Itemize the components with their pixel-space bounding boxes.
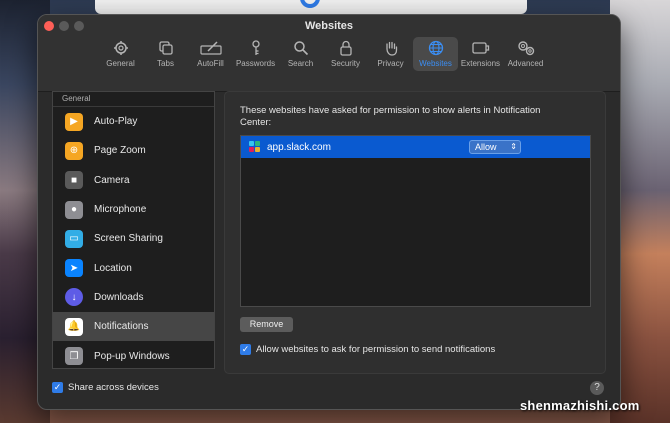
tabs-icon xyxy=(158,41,173,55)
sidebar-item-auto-play[interactable]: ▶ Auto-Play xyxy=(53,107,214,136)
window-title: Websites xyxy=(304,20,354,32)
sidebar-item-label: Camera xyxy=(94,174,130,186)
sidebar-item-screen-sharing[interactable]: ▭ Screen Sharing xyxy=(53,224,214,253)
sidebar-item-microphone[interactable]: ● Microphone xyxy=(53,195,214,224)
pencil-icon xyxy=(199,41,222,55)
watermark: shenmazhishi.com xyxy=(520,398,640,413)
tab-tabs[interactable]: Tabs xyxy=(143,37,188,71)
tab-label: Extensions xyxy=(460,59,501,68)
sidebar-item-popup-windows[interactable]: ❐ Pop-up Windows xyxy=(53,341,214,370)
download-icon: ↓ xyxy=(65,288,83,307)
search-icon xyxy=(293,41,308,56)
website-list[interactable]: app.slack.com Allow ⇕ xyxy=(240,135,591,307)
background-window xyxy=(95,0,527,14)
preferences-toolbar: General Tabs AutoFill Passwords Search S… xyxy=(98,37,548,87)
list-item[interactable]: app.slack.com Allow ⇕ xyxy=(241,136,590,158)
sidebar: General ▶ Auto-Play ⊕ Page Zoom ■ Camera… xyxy=(52,91,215,369)
allow-ask-row: ✓ Allow websites to ask for permission t… xyxy=(240,344,495,355)
tab-security[interactable]: Security xyxy=(323,37,368,71)
tab-general[interactable]: General xyxy=(98,37,143,71)
sidebar-item-notifications[interactable]: 🔔 Notifications xyxy=(53,312,214,342)
chevron-updown-icon: ⇕ xyxy=(510,142,517,151)
tab-advanced[interactable]: Advanced xyxy=(503,37,548,71)
sidebar-item-label: Microphone xyxy=(94,204,147,216)
share-label: Share across devices xyxy=(68,382,159,393)
sidebar-item-label: Notifications xyxy=(94,321,149,333)
tab-passwords[interactable]: Passwords xyxy=(233,37,278,71)
tab-label: Search xyxy=(287,59,314,68)
allow-ask-checkbox[interactable]: ✓ xyxy=(240,344,251,355)
popup-icon: ❐ xyxy=(65,347,83,366)
sidebar-item-downloads[interactable]: ↓ Downloads xyxy=(53,283,214,312)
slack-icon xyxy=(249,141,261,153)
remove-button[interactable]: Remove xyxy=(240,317,293,332)
tab-privacy[interactable]: Privacy xyxy=(368,37,413,71)
tab-search[interactable]: Search xyxy=(278,37,323,71)
key-icon xyxy=(251,40,260,55)
tab-label: Tabs xyxy=(157,59,174,68)
globe-icon xyxy=(428,40,443,56)
sidebar-section-header: General xyxy=(53,92,214,107)
puzzle-icon xyxy=(471,42,489,54)
allow-ask-label: Allow websites to ask for permission to … xyxy=(256,344,496,355)
sidebar-item-label: Page Zoom xyxy=(94,145,146,157)
location-icon: ➤ xyxy=(65,259,83,278)
tab-label: Security xyxy=(331,59,360,68)
tab-autofill[interactable]: AutoFill xyxy=(188,37,233,71)
zoom-icon: ⊕ xyxy=(65,141,83,160)
play-icon: ▶ xyxy=(65,112,83,131)
permission-select[interactable]: Allow ⇕ xyxy=(469,140,521,154)
tab-extensions[interactable]: Extensions xyxy=(458,37,503,71)
sidebar-item-label: Downloads xyxy=(94,291,144,303)
site-name: app.slack.com xyxy=(267,141,331,153)
sidebar-item-label: Location xyxy=(94,262,132,274)
gears-icon xyxy=(517,41,534,56)
tab-label: Advanced xyxy=(507,59,544,68)
panel-description: These websites have asked for permission… xyxy=(240,105,541,128)
titlebar: Websites General Tabs AutoFill Passwords… xyxy=(38,15,620,92)
tab-label: AutoFill xyxy=(197,59,224,68)
help-button[interactable]: ? xyxy=(590,381,604,395)
gear-icon xyxy=(113,41,128,55)
tab-label: Privacy xyxy=(377,59,404,68)
share-checkbox[interactable]: ✓ xyxy=(52,382,63,393)
hand-icon xyxy=(385,41,397,56)
sidebar-item-page-zoom[interactable]: ⊕ Page Zoom xyxy=(53,136,214,165)
tab-label: Passwords xyxy=(235,59,276,68)
tab-label: General xyxy=(106,59,135,68)
sidebar-item-label: Auto-Play xyxy=(94,116,138,128)
bell-icon: 🔔 xyxy=(65,317,83,336)
screen-icon: ▭ xyxy=(65,229,83,248)
camera-icon: ■ xyxy=(65,171,83,190)
sidebar-item-camera[interactable]: ■ Camera xyxy=(53,166,214,195)
microphone-icon: ● xyxy=(65,200,83,219)
tab-label: Websites xyxy=(419,59,452,68)
tab-websites[interactable]: Websites xyxy=(413,37,458,71)
loading-ring-icon xyxy=(300,0,320,8)
sidebar-item-location[interactable]: ➤ Location xyxy=(53,253,214,282)
notifications-panel: These websites have asked for permission… xyxy=(224,91,606,374)
sidebar-item-label: Pop-up Windows xyxy=(94,350,170,362)
lock-icon xyxy=(339,40,352,56)
sidebar-item-label: Screen Sharing xyxy=(94,233,163,245)
share-row: ✓ Share across devices xyxy=(52,382,159,393)
preferences-window: Websites General Tabs AutoFill Passwords… xyxy=(37,14,621,410)
permission-value: Allow xyxy=(475,142,497,152)
